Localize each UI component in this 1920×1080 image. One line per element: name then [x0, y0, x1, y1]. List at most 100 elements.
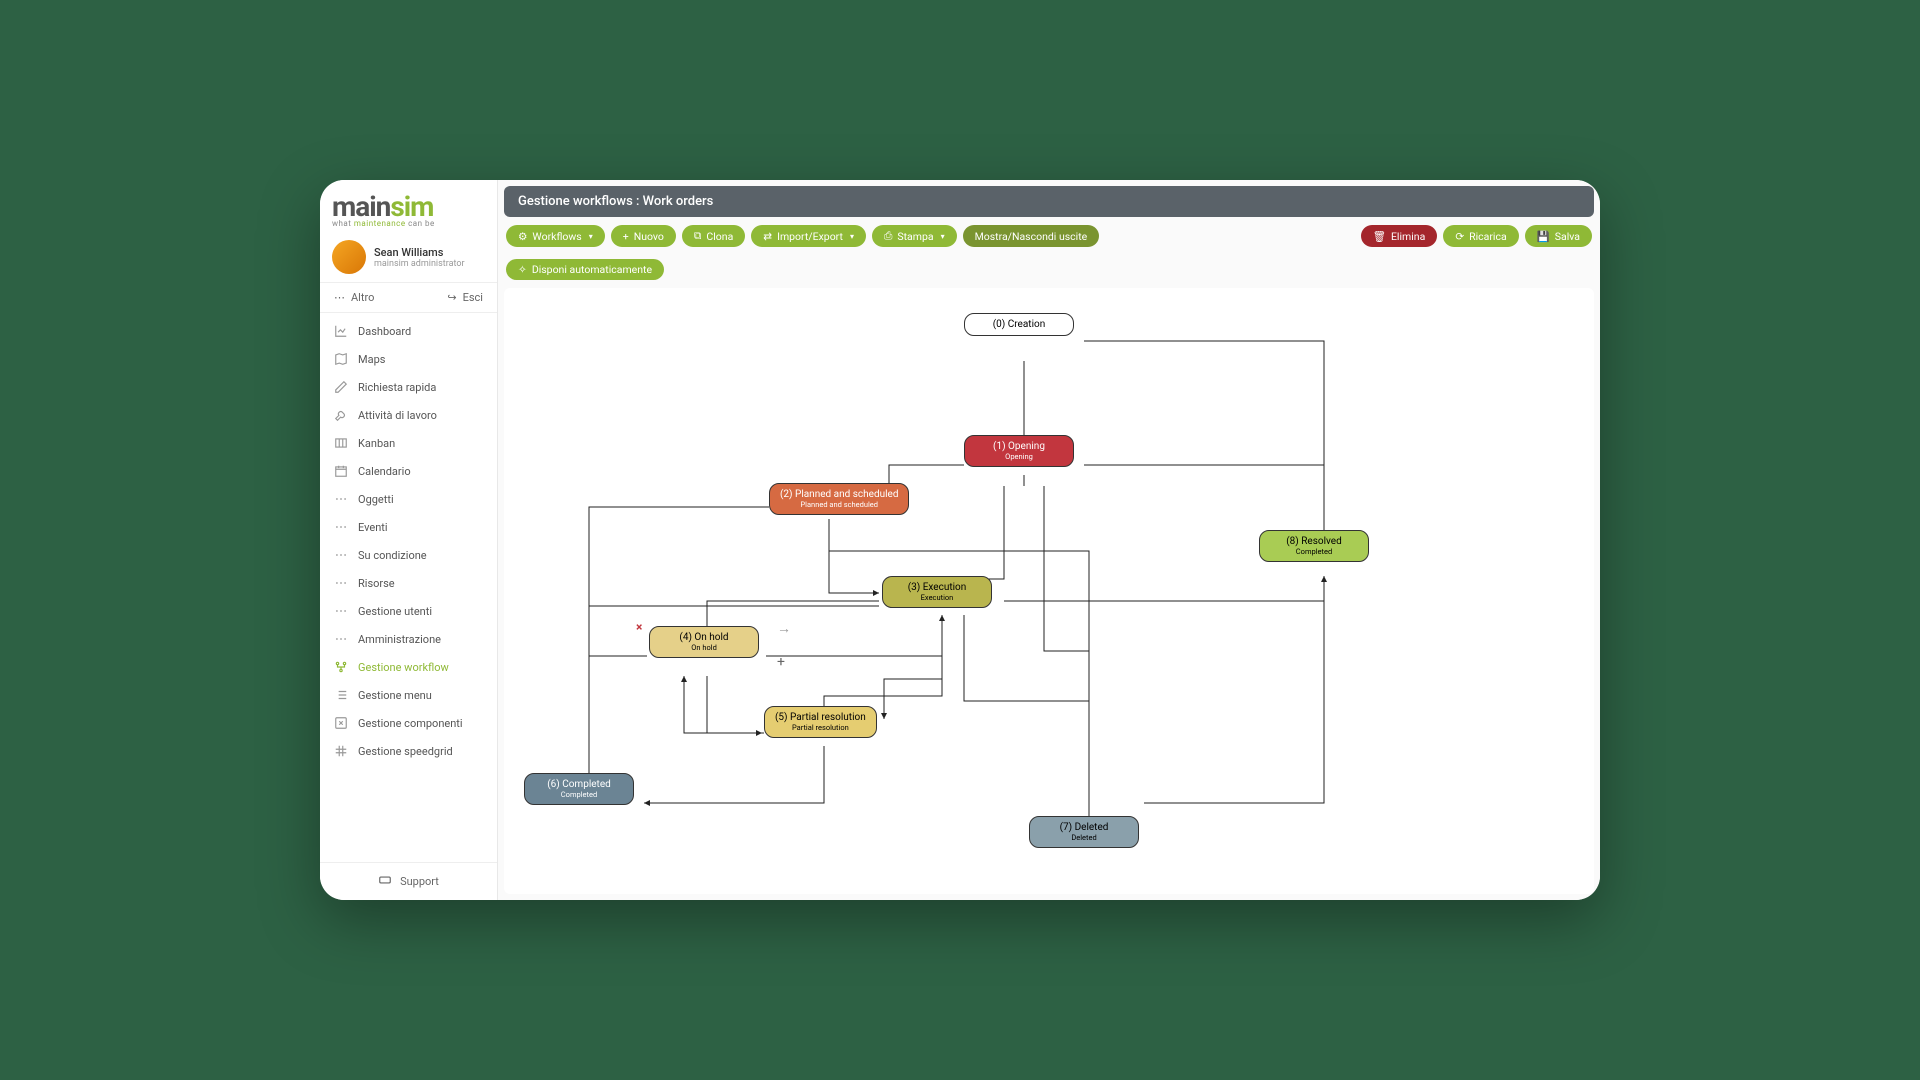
reload-icon: ⟳ [1455, 230, 1464, 243]
import-export-button[interactable]: ⇄Import/Export▾ [751, 225, 866, 247]
exit-icon: ↪ [447, 291, 456, 304]
reload-button[interactable]: ⟳Ricarica [1443, 225, 1518, 247]
dots-icon [334, 548, 348, 562]
sidebar-item-eventi[interactable]: Eventi [320, 513, 497, 541]
sidebar-item-kanban[interactable]: Kanban [320, 429, 497, 457]
page-title: Gestione workflows : Work orders [504, 186, 1594, 217]
dots-icon [334, 492, 348, 506]
chevron-down-icon: ▾ [850, 232, 854, 241]
new-button[interactable]: +Nuovo [611, 225, 676, 247]
sidebar: mainsim what maintenance can be Sean Wil… [320, 180, 498, 900]
sidebar-item-label: Su condizione [358, 549, 427, 562]
sidebar-item-gestione-speedgrid[interactable]: Gestione speedgrid [320, 737, 497, 765]
chart-icon [334, 324, 348, 338]
sidebar-item-richiesta-rapida[interactable]: Richiesta rapida [320, 373, 497, 401]
sidebar-item-label: Gestione workflow [358, 661, 449, 674]
edge-layer [504, 288, 1594, 894]
sidebar-item-label: Kanban [358, 437, 395, 450]
avatar [332, 240, 366, 274]
save-button[interactable]: 💾Salva [1525, 225, 1592, 247]
edit-icon [334, 716, 348, 730]
close-icon[interactable]: × [636, 620, 642, 634]
node-partial[interactable]: (5) Partial resolutionPartial resolution [764, 706, 877, 738]
sidebar-item-label: Maps [358, 353, 385, 366]
sidebar-item-label: Gestione componenti [358, 717, 463, 730]
ticket-icon [378, 873, 392, 890]
copy-icon: ⧉ [694, 229, 702, 243]
workflow-canvas[interactable]: (0) Creation (1) OpeningOpening (2) Plan… [504, 288, 1594, 894]
node-resolved[interactable]: (8) ResolvedCompleted [1259, 530, 1369, 562]
dots-icon [334, 604, 348, 618]
node-on-hold[interactable]: (4) On holdOn hold [649, 626, 759, 658]
sidebar-item-gestione-menu[interactable]: Gestione menu [320, 681, 497, 709]
print-button[interactable]: ⎙Stampa▾ [872, 225, 957, 247]
node-opening[interactable]: (1) OpeningOpening [964, 435, 1074, 467]
clone-button[interactable]: ⧉Clona [682, 225, 745, 247]
sidebar-item-label: Richiesta rapida [358, 381, 436, 394]
sidebar-item-label: Gestione speedgrid [358, 745, 453, 758]
sidebar-item-label: Dashboard [358, 325, 411, 338]
user-block[interactable]: Sean Williams mainsim administrator [320, 232, 497, 282]
delete-button[interactable]: 🗑Elimina [1361, 225, 1438, 247]
node-completed[interactable]: (6) CompletedCompleted [524, 773, 634, 805]
sidebar-item-gestione-componenti[interactable]: Gestione componenti [320, 709, 497, 737]
exit-button[interactable]: ↪Esci [447, 291, 483, 304]
dots-icon: ⋯ [334, 291, 345, 304]
more-button[interactable]: ⋯Altro [334, 291, 374, 304]
node-deleted[interactable]: (7) DeletedDeleted [1029, 816, 1139, 848]
sidebar-item-label: Eventi [358, 521, 388, 534]
sidebar-item-risorse[interactable]: Risorse [320, 569, 497, 597]
sidebar-item-calendario[interactable]: Calendario [320, 457, 497, 485]
workflows-button[interactable]: ⚙Workflows▾ [506, 225, 605, 247]
sidebar-item-gestione-workflow[interactable]: Gestione workflow [320, 653, 497, 681]
chevron-down-icon: ▾ [589, 232, 593, 241]
dots-icon [334, 576, 348, 590]
sidebar-item-gestione-utenti[interactable]: Gestione utenti [320, 597, 497, 625]
sidebar-item-attività-di-lavoro[interactable]: Attività di lavoro [320, 401, 497, 429]
dots-icon [334, 520, 348, 534]
user-role: mainsim administrator [374, 259, 465, 269]
calendar-icon [334, 464, 348, 478]
toolbar: ⚙Workflows▾ +Nuovo ⧉Clona ⇄Import/Export… [498, 217, 1600, 288]
support-button[interactable]: Support [320, 862, 497, 900]
nav-list: Dashboard Maps Richiesta rapida Attività di… [320, 313, 497, 862]
map-icon [334, 352, 348, 366]
board-icon [334, 436, 348, 450]
flow-icon [334, 660, 348, 674]
save-icon: 💾 [1537, 230, 1550, 243]
trash-icon: 🗑 [1373, 230, 1386, 243]
sidebar-item-dashboard[interactable]: Dashboard [320, 317, 497, 345]
sidebar-item-label: Calendario [358, 465, 411, 478]
dots-icon [334, 632, 348, 646]
user-name: Sean Williams [374, 246, 465, 259]
grid-icon [334, 744, 348, 758]
chevron-down-icon: ▾ [941, 232, 945, 241]
sidebar-item-label: Risorse [358, 577, 395, 590]
wrench-icon [334, 408, 348, 422]
plus-icon: + [623, 230, 629, 243]
sidebar-item-label: Attività di lavoro [358, 409, 437, 422]
pencil-icon [334, 380, 348, 394]
sidebar-item-amministrazione[interactable]: Amministrazione [320, 625, 497, 653]
sidebar-item-label: Amministrazione [358, 633, 441, 646]
print-icon: ⎙ [884, 229, 892, 243]
sidebar-item-oggetti[interactable]: Oggetti [320, 485, 497, 513]
logo: mainsim what maintenance can be [320, 180, 497, 232]
node-execution[interactable]: (3) ExecutionExecution [882, 576, 992, 608]
top-actions: ⋯Altro ↪Esci [320, 282, 497, 313]
sidebar-item-label: Gestione utenti [358, 605, 432, 618]
flow-icon: ⚙ [518, 230, 527, 243]
sidebar-item-label: Oggetti [358, 493, 394, 506]
main-area: Gestione workflows : Work orders ⚙Workfl… [498, 180, 1600, 900]
node-creation[interactable]: (0) Creation [964, 313, 1074, 336]
plus-icon[interactable]: + [777, 654, 785, 670]
node-planned[interactable]: (2) Planned and scheduledPlanned and sch… [769, 483, 909, 515]
sidebar-item-su-condizione[interactable]: Su condizione [320, 541, 497, 569]
auto-layout-button[interactable]: ✧Disponi automaticamente [506, 259, 664, 280]
arrow-right-icon[interactable]: → [777, 620, 791, 637]
list-icon [334, 688, 348, 702]
toggle-exits-button[interactable]: Mostra/Nascondi uscite [963, 225, 1100, 247]
sidebar-item-maps[interactable]: Maps [320, 345, 497, 373]
layout-icon: ✧ [518, 263, 527, 276]
app-window: mainsim what maintenance can be Sean Wil… [320, 180, 1600, 900]
